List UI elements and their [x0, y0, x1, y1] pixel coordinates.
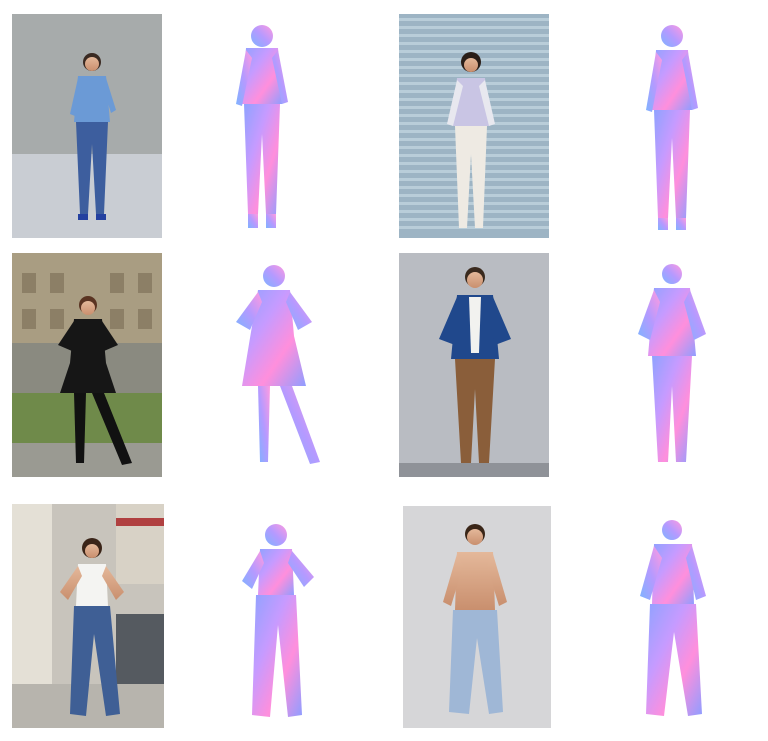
photo-woman-denim	[12, 14, 162, 238]
photo-woman-white	[399, 14, 549, 238]
photo-woman-black-dress	[12, 253, 162, 477]
photo-woman-white-tank	[12, 504, 164, 728]
photo-man-blazer	[399, 253, 549, 477]
normal-map-woman-1	[222, 14, 302, 238]
normal-map-woman-jeans	[232, 515, 322, 727]
normal-map-woman-dress	[222, 256, 332, 476]
normal-map-woman-2	[632, 14, 712, 238]
photo-man-shirtless	[403, 506, 551, 728]
normal-map-man-blazer	[632, 256, 712, 476]
normal-map-man-pockets	[634, 512, 714, 726]
